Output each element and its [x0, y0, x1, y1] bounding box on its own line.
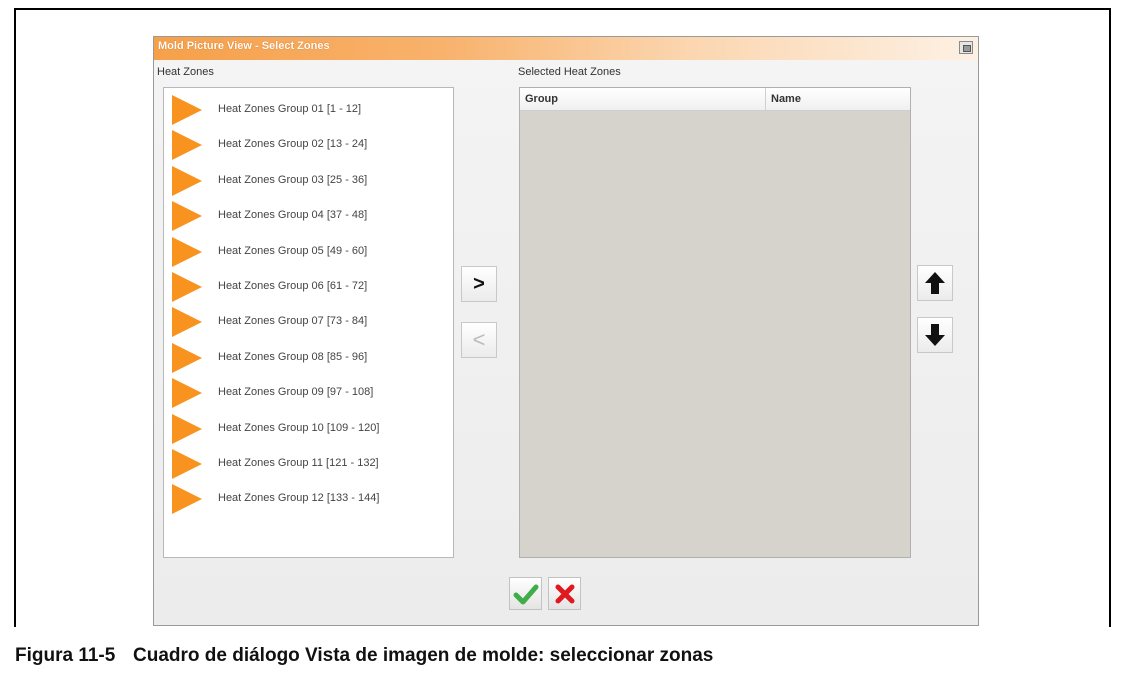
zone-group-item[interactable]: Heat Zones Group 07 [73 - 84] [164, 304, 453, 340]
checkmark-icon [513, 584, 538, 604]
zone-group-item[interactable]: Heat Zones Group 01 [1 - 12] [164, 92, 453, 128]
table-header: Group Name [520, 88, 910, 111]
triangle-right-icon [172, 272, 202, 302]
triangle-right-icon [172, 236, 202, 267]
heat-zones-label: Heat Zones [157, 66, 214, 78]
move-down-button[interactable] [917, 317, 953, 353]
zone-group-item[interactable]: Heat Zones Group 09 [97 - 108] [164, 375, 453, 411]
title-bar[interactable]: Mold Picture View - Select Zones [154, 37, 978, 60]
triangle-right-icon [172, 95, 202, 125]
select-zones-dialog: Mold Picture View - Select Zones Heat Zo… [153, 36, 979, 626]
cancel-button[interactable] [548, 577, 581, 610]
remove-zone-button[interactable]: < [461, 322, 497, 358]
zone-group-item[interactable]: Heat Zones Group 08 [85 - 96] [164, 340, 453, 376]
triangle-right-icon [172, 342, 202, 373]
column-header-name[interactable]: Name [771, 93, 801, 105]
column-header-group[interactable]: Group [525, 93, 558, 105]
figure-caption: Figura 11-5 Cuadro de diálogo Vista de im… [15, 645, 713, 667]
triangle-right-icon [172, 484, 202, 515]
zone-group-label: Heat Zones Group 02 [13 - 24] [218, 138, 368, 151]
triangle-right-icon [172, 130, 202, 161]
dialog-title: Mold Picture View - Select Zones [158, 40, 330, 52]
triangle-right-icon [172, 449, 202, 479]
triangle-right-icon [172, 413, 202, 444]
arrow-down-icon [925, 324, 945, 346]
remove-zone-label: < [472, 327, 486, 352]
zone-group-label: Heat Zones Group 11 [121 - 132] [218, 457, 379, 469]
heat-zones-list[interactable]: Heat Zones Group 01 [1 - 12] Heat Zones G… [163, 87, 454, 558]
x-icon [555, 584, 574, 603]
arrow-up-icon [925, 272, 945, 294]
selected-heat-zones-label: Selected Heat Zones [518, 66, 621, 78]
triangle-right-icon [172, 307, 202, 338]
add-zone-button[interactable]: > [461, 266, 497, 302]
zone-group-item[interactable]: Heat Zones Group 04 [37 - 48] [164, 198, 453, 234]
zone-group-label: Heat Zones Group 06 [61 - 72] [218, 280, 368, 292]
triangle-right-icon [172, 378, 202, 409]
zone-group-label: Heat Zones Group 08 [85 - 96] [218, 350, 368, 363]
zone-group-label: Heat Zones Group 01 [1 - 12] [218, 103, 362, 115]
zone-group-label: Heat Zones Group 05 [49 - 60] [218, 244, 368, 257]
zone-group-item[interactable]: Heat Zones Group 05 [49 - 60] [164, 234, 453, 270]
zone-group-item[interactable]: Heat Zones Group 03 [25 - 36] [164, 163, 453, 199]
zone-group-item[interactable]: Heat Zones Group 10 [109 - 120] [164, 411, 453, 447]
figure-caption-text: Cuadro de diálogo Vista de imagen de mol… [133, 645, 714, 666]
triangle-right-icon [172, 201, 202, 232]
zone-group-label: Heat Zones Group 12 [133 - 144] [218, 492, 380, 505]
zone-group-label: Heat Zones Group 07 [73 - 84] [218, 315, 368, 328]
zone-group-label: Heat Zones Group 03 [25 - 36] [218, 173, 368, 186]
move-up-button[interactable] [917, 265, 953, 301]
selected-heat-zones-table[interactable]: Group Name [519, 87, 911, 558]
triangle-right-icon [172, 165, 202, 196]
zone-group-item[interactable]: Heat Zones Group 12 [133 - 144] [164, 481, 453, 517]
zone-group-item[interactable]: Heat Zones Group 06 [61 - 72] [164, 269, 453, 305]
window-restore-button[interactable] [959, 41, 973, 54]
figure-number: Figura 11-5 [15, 645, 116, 666]
add-zone-label: > [473, 273, 485, 295]
zone-group-label: Heat Zones Group 04 [37 - 48] [218, 209, 368, 222]
zone-group-item[interactable]: Heat Zones Group 02 [13 - 24] [164, 127, 453, 163]
ok-button[interactable] [509, 577, 542, 610]
zone-group-label: Heat Zones Group 10 [109 - 120] [218, 421, 380, 434]
column-divider [765, 88, 766, 110]
zone-group-label: Heat Zones Group 09 [97 - 108] [218, 386, 374, 399]
zone-group-item[interactable]: Heat Zones Group 11 [121 - 132] [164, 446, 453, 482]
